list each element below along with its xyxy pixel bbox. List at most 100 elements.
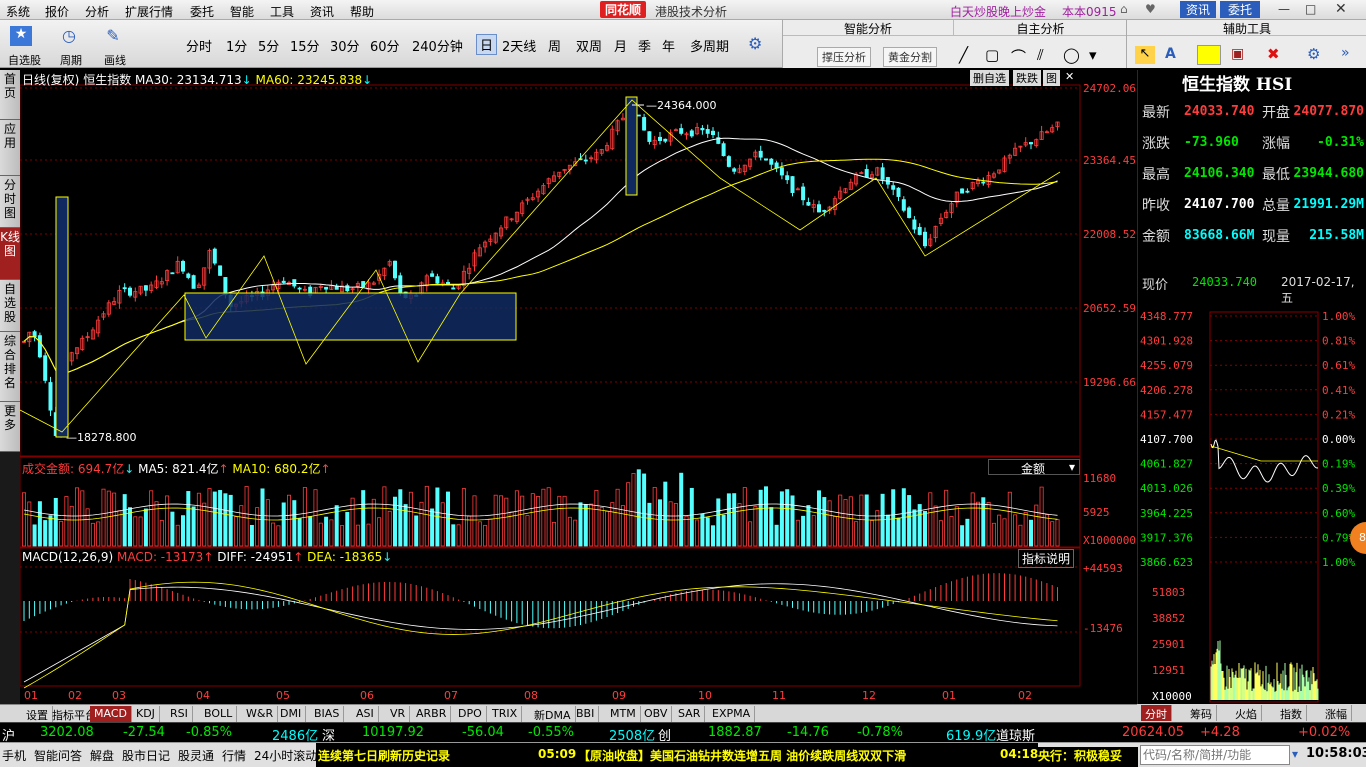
menu-8[interactable]: 帮助: [350, 3, 374, 20]
period-11[interactable]: 月: [614, 36, 627, 55]
status-item-5[interactable]: 行情: [222, 747, 246, 764]
menu-5[interactable]: 智能: [230, 3, 254, 20]
rect-tool-icon[interactable]: ▢: [985, 46, 999, 64]
indicator-tab-18[interactable]: SAR: [674, 706, 706, 722]
clock-icon[interactable]: ◷: [58, 26, 80, 46]
right-tab-3[interactable]: 指数: [1276, 705, 1307, 721]
menu-1[interactable]: 报价: [45, 3, 69, 20]
tb-watchlist-label[interactable]: 自选股: [8, 52, 41, 68]
status-item-4[interactable]: 股灵通: [178, 747, 214, 764]
indicator-tab-12[interactable]: DPO: [454, 706, 487, 722]
tb-draw-label[interactable]: 画线: [104, 52, 126, 68]
golden-section-button[interactable]: 黄金分割: [883, 47, 937, 67]
right-tab-0[interactable]: 分时: [1141, 705, 1172, 721]
delete-icon[interactable]: ✖: [1267, 45, 1280, 63]
news-button[interactable]: 资讯: [1180, 1, 1216, 18]
bookmark-icon[interactable]: ▣: [1231, 46, 1244, 62]
news-item-1[interactable]: 连续第七日刷新历史记录: [318, 747, 450, 764]
indicator-tab-16[interactable]: MTM: [606, 706, 641, 722]
support-pressure-button[interactable]: 撑压分析: [817, 47, 871, 67]
indicator-tab-5[interactable]: BOLL: [200, 706, 238, 722]
settings-gear-icon[interactable]: ⚙: [748, 34, 762, 53]
sidebar-tab-0[interactable]: 首页: [0, 70, 20, 120]
news-item-2[interactable]: 【原油收盘】美国石油钻井数连增五周 油价续跌周线双双下滑: [578, 747, 906, 764]
updown-button[interactable]: 跌跌: [1013, 70, 1041, 86]
menu-7[interactable]: 资讯: [310, 3, 334, 20]
indicator-tab-6[interactable]: W&R: [242, 706, 279, 722]
menu-0[interactable]: 系统: [6, 3, 30, 20]
status-item-2[interactable]: 解盘: [90, 747, 114, 764]
intraday-chart[interactable]: 4348.777 1.00% 4301.928 0.81% 4255.079 0.61% 4…: [1138, 298, 1366, 704]
period-1[interactable]: 1分: [226, 36, 247, 55]
indicator-tab-15[interactable]: BBI: [572, 706, 600, 722]
ad-link[interactable]: 白天炒股晚上炒金: [950, 3, 1046, 20]
status-item-1[interactable]: 智能问答: [34, 747, 82, 764]
bell-icon[interactable]: ⌂: [1120, 2, 1128, 16]
status-item-0[interactable]: 手机: [2, 747, 26, 764]
period-4[interactable]: 30分: [330, 36, 360, 55]
indicator-help-button[interactable]: 指标说明: [1018, 549, 1075, 568]
parallel-tool-icon[interactable]: ⫽: [1037, 46, 1044, 64]
sidebar-tab-3[interactable]: K线图: [0, 228, 20, 280]
period-10[interactable]: 双周: [576, 36, 602, 55]
indicator-tab-19[interactable]: EXPMA: [708, 706, 756, 722]
indicator-tab-14[interactable]: 新DMA: [530, 706, 576, 722]
period-12[interactable]: 季: [638, 36, 651, 55]
period-5[interactable]: 60分: [370, 36, 400, 55]
search-input[interactable]: [1140, 745, 1290, 765]
period-8[interactable]: 2天线: [502, 36, 536, 55]
shirt-icon[interactable]: ♥: [1145, 2, 1156, 16]
menu-2[interactable]: 分析: [85, 3, 109, 20]
search-icon[interactable]: ▾: [1292, 747, 1298, 761]
status-item-6[interactable]: 24小时滚动: [254, 747, 317, 764]
period-13[interactable]: 年: [662, 36, 675, 55]
menu-6[interactable]: 工具: [270, 3, 294, 20]
indicator-tab-4[interactable]: RSI: [166, 706, 193, 722]
period-6[interactable]: 240分钟: [412, 36, 463, 55]
sidebar-tab-4[interactable]: 自选股: [0, 280, 20, 332]
cursor-icon[interactable]: ↖: [1135, 46, 1155, 64]
indicator-tab-2[interactable]: MACD: [90, 706, 132, 722]
menu-4[interactable]: 委托: [190, 3, 214, 20]
period-7[interactable]: 日: [476, 34, 498, 55]
sidebar-tab-5[interactable]: 综合排名: [0, 332, 20, 402]
status-item-3[interactable]: 股市日记: [122, 747, 170, 764]
more-icon[interactable]: »: [1341, 45, 1350, 61]
period-3[interactable]: 15分: [290, 36, 320, 55]
right-tab-2[interactable]: 火焰: [1231, 705, 1262, 721]
line-tool-icon[interactable]: ╱: [959, 46, 968, 64]
sidebar-tab-2[interactable]: 分时图: [0, 176, 20, 228]
tb-period-label[interactable]: 周期: [60, 52, 82, 68]
news-scroll[interactable]: 连续第七日刷新历史记录 05:09 【原油收盘】美国石油钻井数连增五周 油价续跌…: [316, 743, 1038, 767]
indicator-tab-8[interactable]: BIAS: [310, 706, 345, 722]
volume-select[interactable]: 金额 ▾: [988, 459, 1080, 476]
indicator-tab-17[interactable]: OBV: [640, 706, 673, 722]
color-swatch[interactable]: [1197, 45, 1221, 65]
indicator-tab-13[interactable]: TRIX: [488, 706, 523, 722]
sidebar-tab-6[interactable]: 更多: [0, 402, 20, 452]
period-0[interactable]: 分时: [186, 36, 212, 55]
right-tab-4[interactable]: 涨幅: [1321, 705, 1352, 721]
pen-icon[interactable]: ✎: [102, 26, 124, 46]
polyline-tool-icon[interactable]: ⌒: [1011, 46, 1026, 67]
period-14[interactable]: 多周期: [690, 36, 729, 55]
right-tab-1[interactable]: 筹码: [1186, 705, 1217, 721]
trade-button[interactable]: 委托: [1220, 1, 1260, 18]
indicator-tab-3[interactable]: KDJ: [132, 706, 160, 722]
indicator-tab-7[interactable]: DMI: [276, 706, 307, 722]
tool-gear-icon[interactable]: ⚙: [1307, 45, 1320, 63]
text-tool-icon[interactable]: A: [1165, 46, 1176, 62]
indicator-tab-10[interactable]: VR: [386, 706, 411, 722]
period-9[interactable]: 周: [548, 36, 561, 55]
indicator-tab-11[interactable]: ARBR: [412, 706, 452, 722]
indicator-tab-9[interactable]: ASI: [352, 706, 379, 722]
more-tool-icon[interactable]: ▾: [1089, 46, 1097, 64]
close-icon[interactable]: ✕: [1335, 1, 1347, 17]
circle-tool-icon[interactable]: ◯: [1063, 46, 1080, 64]
news-item-3[interactable]: 央行：积极稳妥: [1038, 747, 1138, 767]
menu-3[interactable]: 扩展行情: [125, 3, 173, 20]
star-icon[interactable]: ★: [10, 26, 32, 46]
minimize-icon[interactable]: —: [1278, 2, 1290, 16]
remove-watch-button[interactable]: 删自选: [970, 70, 1009, 86]
chart-button[interactable]: 图: [1043, 70, 1060, 86]
